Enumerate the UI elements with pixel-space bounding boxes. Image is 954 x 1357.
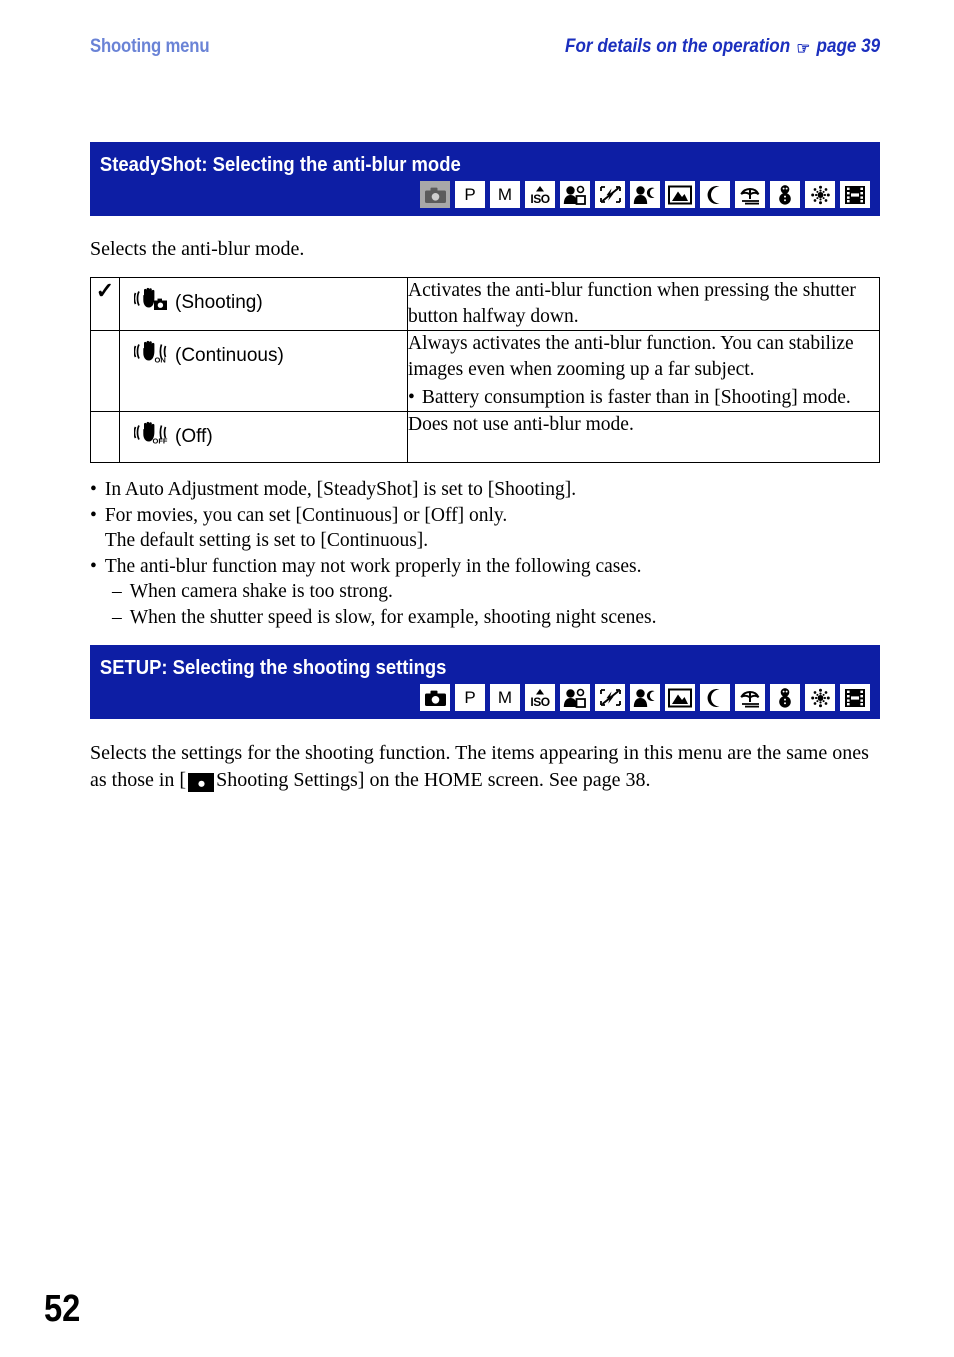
bullet-dot: • [408, 387, 415, 408]
manual-mode-letter: M [497, 185, 513, 204]
note-sub-text: When the shutter speed is slow, for exam… [129, 606, 657, 628]
default-check-cell [90, 330, 120, 412]
running-head-page-ref: page 39 [816, 36, 880, 57]
checkmark-icon: ✓ [95, 278, 115, 303]
snow-mode-icon [770, 181, 800, 208]
option-description-text: Always activates the anti-blur function.… [408, 333, 854, 380]
snow-mode-icon [770, 684, 800, 711]
running-head-reference-text: For details on the operation [564, 36, 790, 57]
steadyshot-options-table: ✓ (Shooting) Activates the anti-blur fun… [90, 277, 880, 463]
option-description-continuous: Always activates the anti-blur function.… [407, 330, 880, 412]
program-mode-letter: P [464, 185, 476, 204]
camera-icon [188, 773, 215, 792]
option-label-continuous: (Continuous) [175, 345, 284, 366]
option-sub-bullet-text: Battery consumption is faster than in [S… [421, 387, 851, 408]
running-head-section-label: Shooting menu [90, 36, 210, 57]
movie-mode-icon [840, 684, 870, 711]
list-item: • For movies, you can set [Continuous] o… [90, 503, 890, 554]
option-description-text: Activates the anti-blur function when pr… [408, 280, 856, 327]
list-item-sub: – When camera shake is too strong. [90, 579, 890, 605]
landscape-mode-icon [665, 684, 695, 711]
table-row: ON (Continuous) Always activates the ant… [90, 330, 880, 412]
bullet-dot: • [90, 479, 97, 500]
note-text: In Auto Adjustment mode, [SteadyShot] is… [104, 479, 577, 500]
fireworks-mode-icon [805, 684, 835, 711]
hand-shake-off-icon: OFF [133, 421, 168, 453]
twilight-mode-icon [700, 684, 730, 711]
high-sensitivity-iso-mode-icon: ISO [525, 181, 555, 208]
program-auto-mode-icon: P [455, 181, 485, 208]
dash-marker: – [112, 581, 122, 602]
auto-adjustment-camera-icon [420, 181, 450, 208]
list-item: • The anti-blur function may not work pr… [90, 554, 890, 580]
page-number: 52 [44, 1288, 81, 1330]
option-label-off: (Off) [175, 426, 213, 447]
program-auto-mode-icon: P [455, 684, 485, 711]
dash-marker: – [112, 606, 122, 628]
beach-mode-icon [735, 181, 765, 208]
running-head-reference: For details on the operation ☞ page 39 [565, 36, 880, 58]
list-item: • In Auto Adjustment mode, [SteadyShot] … [90, 477, 890, 503]
soft-snap-mode-icon [560, 684, 590, 711]
twilight-portrait-mode-icon [630, 181, 660, 208]
table-row: ✓ (Shooting) Activates the anti-blur fun… [90, 277, 880, 331]
no-flash-mode-icon [595, 181, 625, 208]
table-row: OFF (Off) Does not use anti-blur mode. [90, 411, 880, 463]
bullet-dot: • [90, 504, 97, 526]
svg-text:OFF: OFF [153, 437, 168, 446]
section-header-steadyshot: SteadyShot: Selecting the anti-blur mode… [90, 142, 880, 216]
twilight-portrait-mode-icon [630, 684, 660, 711]
section-title-steadyshot: SteadyShot: Selecting the anti-blur mode [99, 153, 461, 176]
fireworks-mode-icon [805, 181, 835, 208]
manual-exposure-mode-icon: M [490, 181, 520, 208]
beach-mode-icon [735, 684, 765, 711]
setup-body-text: Selects the settings for the shooting fu… [90, 740, 890, 794]
option-name-cell-shooting: (Shooting) [119, 277, 408, 331]
setup-body-part2: Shooting Settings] on the HOME screen. S… [216, 769, 651, 791]
manual-mode-letter: M [497, 688, 513, 707]
auto-adjustment-camera-icon [420, 684, 450, 711]
mode-icon-row-steadyshot: P M ISO [90, 181, 880, 216]
iso-label: ISO [530, 192, 550, 206]
steadyshot-notes-list: • In Auto Adjustment mode, [SteadyShot] … [90, 477, 890, 630]
bullet-dot: • [90, 555, 97, 577]
default-check-cell [90, 411, 120, 463]
section-header-setup: SETUP: Selecting the shooting settings P… [90, 645, 880, 719]
steadyshot-intro-text: Selects the anti-blur mode. [90, 238, 305, 260]
option-description-shooting: Activates the anti-blur function when pr… [407, 277, 880, 331]
program-mode-letter: P [464, 688, 476, 707]
manual-exposure-mode-icon: M [490, 684, 520, 711]
twilight-mode-icon [700, 181, 730, 208]
no-flash-mode-icon [595, 684, 625, 711]
pointing-hand-icon: ☞ [796, 38, 811, 58]
svg-text:ON: ON [155, 356, 166, 365]
option-description-text: Does not use anti-blur mode. [408, 414, 634, 435]
note-text: For movies, you can set [Continuous] or … [104, 504, 508, 526]
option-sub-bullet: • Battery consumption is faster than in … [408, 385, 879, 411]
landscape-mode-icon [665, 181, 695, 208]
mode-icon-row-setup: P M ISO [90, 684, 880, 719]
default-check-cell: ✓ [90, 277, 120, 331]
option-name-cell-continuous: ON (Continuous) [119, 330, 408, 412]
hand-shake-continuous-icon: ON [133, 340, 168, 372]
running-head: Shooting menu For details on the operati… [90, 36, 880, 66]
movie-mode-icon [840, 181, 870, 208]
iso-label: ISO [530, 695, 550, 709]
note-sub-text: When camera shake is too strong. [129, 581, 393, 602]
hand-shake-shooting-icon [133, 287, 168, 319]
note-text: The anti-blur function may not work prop… [104, 555, 642, 577]
option-label-shooting: (Shooting) [175, 292, 263, 313]
list-item-sub: – When the shutter speed is slow, for ex… [90, 605, 890, 631]
option-name-cell-off: OFF (Off) [119, 411, 408, 463]
note-text-line2: The default setting is set to [Continuou… [104, 530, 429, 551]
soft-snap-mode-icon [560, 181, 590, 208]
section-title-setup: SETUP: Selecting the shooting settings [99, 656, 447, 679]
note-text-group: For movies, you can set [Continuous] or … [105, 503, 507, 554]
high-sensitivity-iso-mode-icon: ISO [525, 684, 555, 711]
option-description-off: Does not use anti-blur mode. [407, 411, 880, 463]
